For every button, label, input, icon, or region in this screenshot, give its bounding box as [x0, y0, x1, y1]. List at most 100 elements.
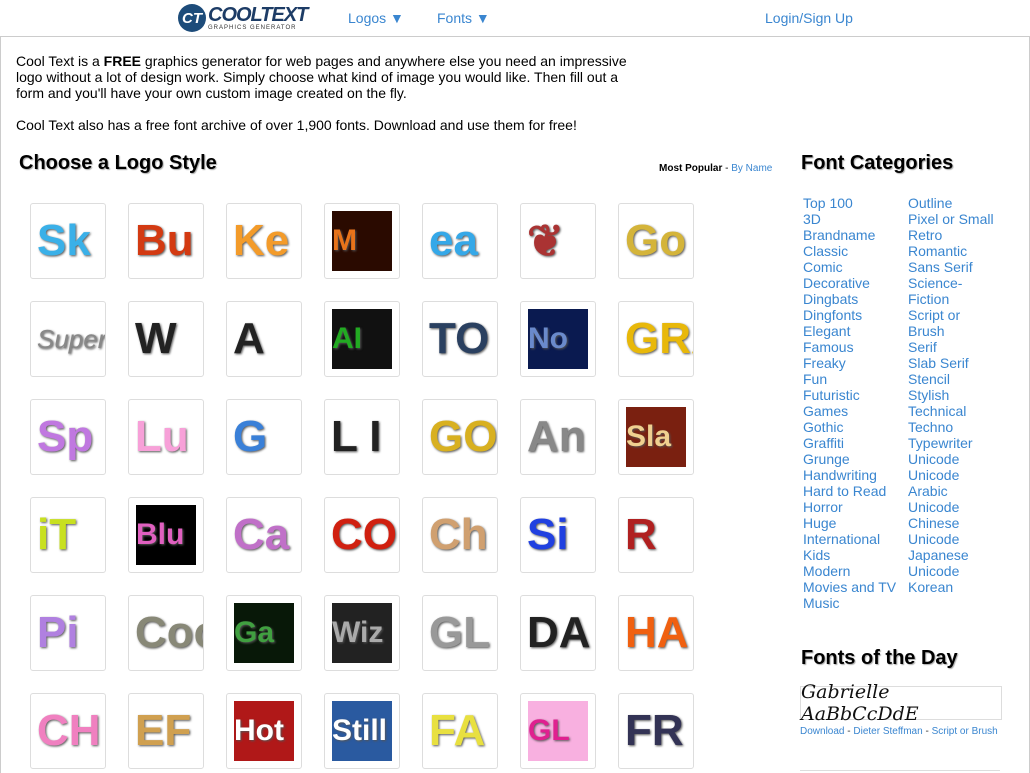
logo-style-tile[interactable]: Ga — [226, 595, 302, 671]
category-link[interactable]: Modern — [803, 563, 896, 579]
category-link[interactable]: Dingfonts — [803, 307, 896, 323]
category-link[interactable]: Dingbats — [803, 291, 896, 307]
category-link[interactable]: Music — [803, 595, 896, 611]
category-link[interactable]: Unicode — [908, 467, 994, 483]
logo-style-tile[interactable]: R — [618, 497, 694, 573]
logo-style-tile[interactable]: W — [128, 301, 204, 377]
category-link[interactable]: Sans Serif — [908, 259, 994, 275]
category-link[interactable]: Korean — [908, 579, 994, 595]
logo-style-tile[interactable]: Ca — [226, 497, 302, 573]
category-link[interactable]: Science- — [908, 275, 994, 291]
category-link[interactable]: Chinese — [908, 515, 994, 531]
category-link[interactable]: Brush — [908, 323, 994, 339]
logo-style-tile[interactable]: Bu — [128, 203, 204, 279]
category-link[interactable]: Handwriting — [803, 467, 896, 483]
category-link[interactable]: Famous — [803, 339, 896, 355]
logo-style-tile[interactable]: EF — [128, 693, 204, 769]
category-link[interactable]: Hard to Read — [803, 483, 896, 499]
logo-style-tile[interactable]: Pi — [30, 595, 106, 671]
logo-style-tile[interactable]: An — [520, 399, 596, 475]
category-link[interactable]: Movies and TV — [803, 579, 896, 595]
category-link[interactable]: Slab Serif — [908, 355, 994, 371]
category-link[interactable]: Graffiti — [803, 435, 896, 451]
category-link[interactable]: Typewriter — [908, 435, 994, 451]
category-link[interactable]: Unicode — [908, 451, 994, 467]
logo-style-tile[interactable]: ❦ — [520, 203, 596, 279]
category-link[interactable]: Fiction — [908, 291, 994, 307]
author-link[interactable]: Dieter Steffman — [853, 726, 922, 737]
category-link[interactable]: Serif — [908, 339, 994, 355]
logo-style-tile[interactable]: Go — [618, 203, 694, 279]
category-link[interactable]: Brandname — [803, 227, 896, 243]
sort-by-name-link[interactable]: By Name — [731, 163, 772, 174]
category-link[interactable]: Script or — [908, 307, 994, 323]
logo-style-tile[interactable]: Ch — [422, 497, 498, 573]
logo-style-tile[interactable]: HA — [618, 595, 694, 671]
logo-style-tile[interactable]: A — [226, 301, 302, 377]
category-link[interactable]: 3D — [803, 211, 896, 227]
category-link[interactable]: Unicode — [908, 499, 994, 515]
category-link[interactable]: Retro — [908, 227, 994, 243]
logo-style-tile[interactable]: GO — [422, 399, 498, 475]
font-of-day-preview[interactable]: Gabrielle AaBbCcDdE — [800, 681, 1002, 725]
logo-style-tile[interactable]: DA — [520, 595, 596, 671]
logo-style-tile[interactable]: G — [226, 399, 302, 475]
category-link[interactable]: Fun — [803, 371, 896, 387]
category-link[interactable]: Horror — [803, 499, 896, 515]
category-link[interactable]: Technical — [908, 403, 994, 419]
logos-menu[interactable]: Logos ▼ — [348, 10, 404, 26]
logo-style-tile[interactable]: GL — [422, 595, 498, 671]
category-link[interactable]: Arabic — [908, 483, 994, 499]
category-link[interactable]: Gothic — [803, 419, 896, 435]
logo-style-tile[interactable]: GL — [520, 693, 596, 769]
category-link[interactable]: Grunge — [803, 451, 896, 467]
category-link[interactable]: Freaky — [803, 355, 896, 371]
category-link[interactable]: Decorative — [803, 275, 896, 291]
cooltext-logo[interactable]: CT COOLTEXT GRAPHICS GENERATOR — [178, 4, 308, 32]
download-link[interactable]: Download — [800, 726, 844, 737]
logo-style-tile[interactable]: TO — [422, 301, 498, 377]
logo-style-tile[interactable]: AI — [324, 301, 400, 377]
logo-style-tile[interactable]: Hot — [226, 693, 302, 769]
login-link[interactable]: Login/Sign Up — [765, 10, 853, 26]
category-link[interactable]: Games — [803, 403, 896, 419]
category-link[interactable]: Classic — [803, 243, 896, 259]
logo-style-tile[interactable]: Wiz — [324, 595, 400, 671]
category-link[interactable]: Outline — [908, 195, 994, 211]
category-link[interactable]: Pixel or Small — [908, 211, 994, 227]
logo-style-tile[interactable]: Ke — [226, 203, 302, 279]
category-link[interactable]: Japanese — [908, 547, 994, 563]
category-link[interactable]: Comic — [803, 259, 896, 275]
sort-most-popular[interactable]: Most Popular — [659, 163, 722, 174]
font-category-link[interactable]: Script or Brush — [932, 726, 998, 737]
logo-style-tile[interactable]: Sp — [30, 399, 106, 475]
category-link[interactable]: International — [803, 531, 896, 547]
logo-style-tile[interactable]: Sk — [30, 203, 106, 279]
category-link[interactable]: Elegant — [803, 323, 896, 339]
logo-style-tile[interactable]: Si — [520, 497, 596, 573]
category-link[interactable]: Unicode — [908, 531, 994, 547]
logo-style-tile[interactable]: No — [520, 301, 596, 377]
category-link[interactable]: Huge — [803, 515, 896, 531]
category-link[interactable]: Futuristic — [803, 387, 896, 403]
logo-style-tile[interactable]: iT — [30, 497, 106, 573]
logo-style-tile[interactable]: Super — [30, 301, 106, 377]
logo-style-tile[interactable]: CH — [30, 693, 106, 769]
category-link[interactable]: Kids — [803, 547, 896, 563]
logo-style-tile[interactable]: GRA — [618, 301, 694, 377]
logo-style-tile[interactable]: ea — [422, 203, 498, 279]
logo-style-tile[interactable]: FR — [618, 693, 694, 769]
category-link[interactable]: Romantic — [908, 243, 994, 259]
logo-style-tile[interactable]: Still — [324, 693, 400, 769]
fonts-menu[interactable]: Fonts ▼ — [437, 10, 490, 26]
logo-style-tile[interactable]: Coo — [128, 595, 204, 671]
logo-style-tile[interactable]: FA — [422, 693, 498, 769]
logo-style-tile[interactable]: CO — [324, 497, 400, 573]
logo-style-tile[interactable]: Blu — [128, 497, 204, 573]
logo-style-tile[interactable]: M — [324, 203, 400, 279]
category-link[interactable]: Top 100 — [803, 195, 896, 211]
logo-style-tile[interactable]: Lu — [128, 399, 204, 475]
logo-style-tile[interactable]: L I — [324, 399, 400, 475]
category-link[interactable]: Unicode — [908, 563, 994, 579]
category-link[interactable]: Techno — [908, 419, 994, 435]
